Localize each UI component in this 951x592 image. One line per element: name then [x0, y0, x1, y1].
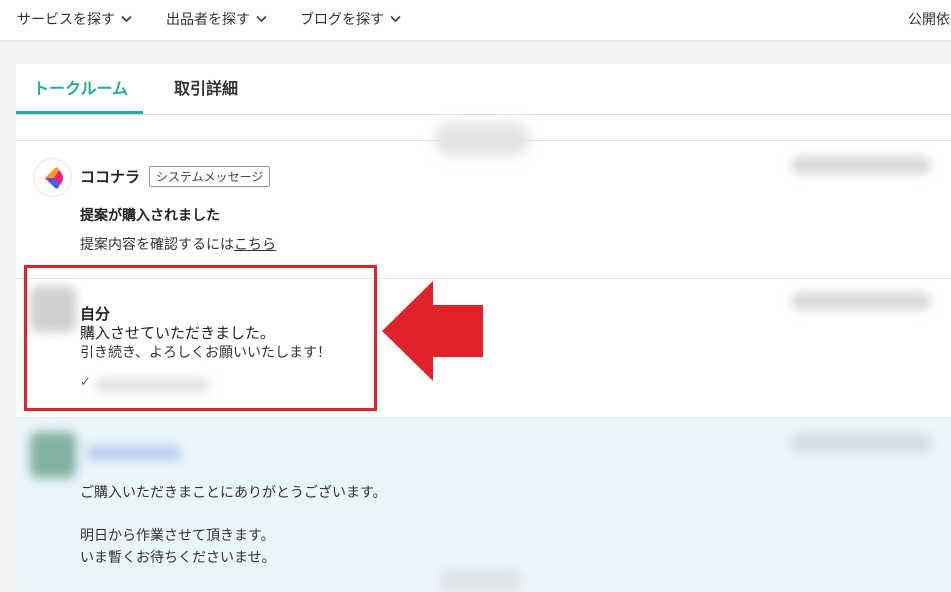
timestamp-blurred: [791, 434, 931, 452]
timestamp-blurred: [791, 156, 931, 174]
message-body-prefix: 提案内容を確認するには: [80, 237, 234, 253]
avatar-blurred: [30, 432, 76, 478]
message-title: 提案が購入されました: [80, 208, 220, 224]
active-tab-indicator: [16, 111, 143, 114]
coconala-logo-icon: [33, 158, 72, 197]
nav-find-sellers[interactable]: 出品者を探す: [166, 9, 267, 29]
nav-find-blogs-label: ブログを探す: [300, 12, 384, 28]
system-message-badge: システムメッセージ: [149, 166, 271, 187]
highlight-box: [24, 265, 377, 411]
tab-bar: トークルーム 取引詳細: [16, 64, 951, 115]
message-line: ご購入いただきまことにありがとうございます。: [80, 485, 387, 501]
system-message: ココナラ システムメッセージ 提案が購入されました 提案内容を確認するにはこちら: [16, 140, 951, 278]
message-line: 明日から作業させて頂きます。: [80, 528, 275, 544]
proposal-link[interactable]: こちら: [234, 237, 276, 253]
tab-transaction-details[interactable]: 取引詳細: [174, 75, 238, 99]
nav-find-services[interactable]: サービスを探す: [17, 9, 132, 29]
nav-find-blogs[interactable]: ブログを探す: [300, 9, 401, 29]
chevron-down-icon: [390, 15, 401, 23]
chevron-down-icon: [121, 15, 132, 23]
message-line: いま暫くお待ちくださいませ。: [80, 550, 276, 566]
nav-public-requests[interactable]: 公開依: [908, 9, 950, 29]
nav-find-services-label: サービスを探す: [17, 12, 115, 28]
date-separator-blurred: [441, 570, 521, 592]
sender-name: ココナラ: [80, 168, 141, 186]
seller-message: ご購入いただきまことにありがとうございます。 明日から作業させて頂きます。 いま…: [16, 417, 951, 592]
top-navigation: サービスを探す 出品者を探す ブログを探す 公開依: [0, 0, 951, 41]
message-body: 提案内容を確認するにはこちら: [80, 234, 276, 254]
nav-find-sellers-label: 出品者を探す: [166, 12, 250, 28]
red-arrow-icon: [382, 281, 483, 381]
chevron-down-icon: [256, 15, 267, 23]
tab-talkroom[interactable]: トークルーム: [33, 75, 128, 99]
seller-name-blurred[interactable]: [86, 446, 181, 460]
timestamp-blurred: [791, 292, 931, 310]
